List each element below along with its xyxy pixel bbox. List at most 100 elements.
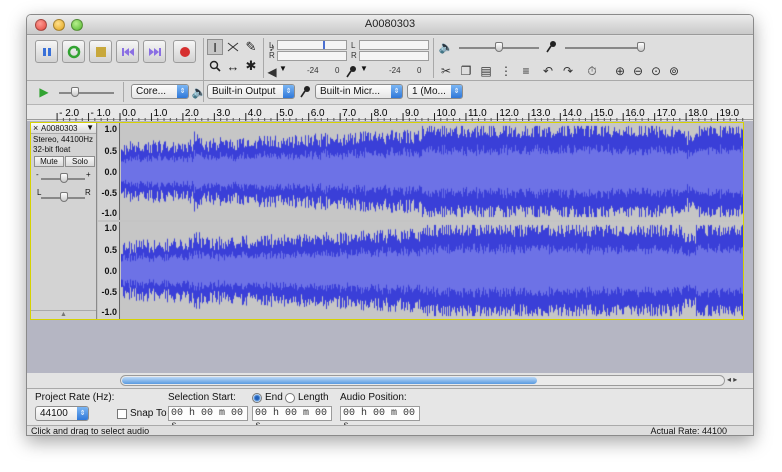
zoom-tool-icon[interactable] [207, 58, 223, 74]
app-window: A0080303 I ✎ ↔ ✱ ♪ L R L R ◀ ▼ -24 0 ▼ -… [26, 14, 754, 436]
scale-label: 1.0 [104, 223, 117, 233]
dropdown-arrow-icon[interactable]: ▼ [360, 64, 368, 73]
snap-to-checkbox[interactable] [117, 409, 127, 419]
ruler-label: 4.0 [248, 108, 262, 119]
ruler-label: 9.0 [405, 108, 419, 119]
audio-host-select[interactable]: Core... ⇕ [131, 84, 189, 99]
select-arrow-icon: ⇕ [451, 85, 462, 98]
ruler-label: 15.0 [594, 108, 614, 119]
trim-icon[interactable]: ⋮ [497, 62, 515, 80]
select-arrow-icon: ⇕ [391, 85, 402, 98]
status-message: Click and drag to select audio [31, 426, 150, 436]
scrollbar-thumb[interactable] [122, 377, 537, 384]
ruler-label: 13.0 [531, 108, 551, 119]
horizontal-scrollbar[interactable] [120, 375, 725, 386]
mute-button[interactable]: Mute [34, 156, 64, 167]
scale-label: -1.0 [101, 208, 117, 218]
cut-icon[interactable]: ✂ [437, 62, 455, 80]
meter-scale-label: 0 [335, 66, 340, 75]
redo-icon[interactable]: ↷ [559, 62, 577, 80]
record-meter[interactable] [359, 40, 429, 50]
dropdown-arrow-icon[interactable]: ▼ [279, 64, 287, 73]
scale-label: 1.0 [104, 124, 117, 134]
track-sample-format: 32-bit float [33, 145, 71, 154]
ruler-label: 16.0 [625, 108, 645, 119]
scale-label: 0.5 [104, 245, 117, 255]
play-speed-slider[interactable] [59, 92, 114, 94]
meter-scale-label: -24 [389, 66, 401, 75]
pan-thumb[interactable] [60, 192, 68, 202]
ruler-label: 3.0 [216, 108, 230, 119]
track-control-panel: × A0080303 ▼ Stereo, 44100Hz 32-bit floa… [31, 123, 97, 319]
collapse-track-icon[interactable]: ▲ [31, 310, 96, 319]
playback-meter-r[interactable] [277, 51, 347, 61]
sync-lock-icon[interactable]: ⏱ [583, 62, 601, 80]
waveform-right-channel[interactable] [121, 222, 743, 319]
scale-label: 0.0 [104, 167, 117, 177]
input-volume-slider[interactable] [565, 47, 645, 49]
silence-icon[interactable]: ≡ [517, 62, 535, 80]
ruler-label: 6.0 [311, 108, 325, 119]
record-meter-r[interactable] [359, 51, 429, 61]
input-device-select[interactable]: Built-in Micr... ⇕ [315, 84, 403, 99]
track-menu-arrow-icon[interactable]: ▼ [86, 123, 94, 132]
zoom-in-icon[interactable]: ⊕ [611, 62, 629, 80]
toolbar-divider [123, 82, 124, 102]
playback-meter[interactable] [277, 40, 347, 50]
pause-button[interactable] [35, 40, 58, 63]
selection-tool-icon[interactable]: I [207, 39, 223, 55]
input-volume-thumb[interactable] [637, 42, 645, 52]
tracks-area[interactable]: × A0080303 ▼ Stereo, 44100Hz 32-bit floa… [27, 121, 753, 373]
audio-track[interactable]: × A0080303 ▼ Stereo, 44100Hz 32-bit floa… [30, 122, 744, 320]
copy-icon[interactable]: ❐ [457, 62, 475, 80]
scale-label: 0.0 [104, 266, 117, 276]
zoom-out-icon[interactable]: ⊖ [629, 62, 647, 80]
meter-l-label: L [269, 41, 274, 50]
draw-tool-icon[interactable]: ✎ [243, 39, 259, 55]
play-button[interactable] [62, 40, 85, 63]
fit-selection-icon[interactable]: ⊙ [647, 62, 665, 80]
output-volume-thumb[interactable] [495, 42, 503, 52]
waveform-left-channel[interactable] [121, 123, 743, 220]
ruler-label: 18.0 [688, 108, 708, 119]
envelope-tool-icon[interactable] [225, 39, 241, 55]
undo-icon[interactable]: ↶ [539, 62, 557, 80]
time-shift-tool-icon[interactable]: ↔ [225, 58, 241, 74]
track-name-bar[interactable]: × A0080303 ▼ [31, 123, 96, 134]
scale-label: -1.0 [101, 307, 117, 317]
skip-to-end-button[interactable] [143, 40, 166, 63]
ruler-label: 19.0 [720, 108, 740, 119]
fit-project-icon[interactable]: ⊚ [665, 62, 683, 80]
track-name[interactable]: A0080303 [41, 124, 77, 133]
play-speed-thumb[interactable] [71, 87, 79, 97]
record-button[interactable] [173, 40, 196, 63]
input-channels-select[interactable]: 1 (Mo... ⇕ [407, 84, 463, 99]
end-label: End [265, 392, 283, 403]
selection-start-time[interactable]: 00 h 00 m 00 s [168, 406, 248, 432]
close-track-icon[interactable]: × [33, 123, 38, 133]
input-volume-icon [543, 38, 561, 56]
play-at-speed-icon[interactable]: ▶ [35, 83, 53, 101]
solo-button[interactable]: Solo [65, 156, 95, 167]
title-bar: A0080303 [27, 15, 753, 35]
ruler-label: 17.0 [657, 108, 677, 119]
skip-start-icon [121, 47, 134, 56]
skip-to-start-button[interactable] [116, 40, 139, 63]
gain-plus-label: + [86, 170, 91, 179]
actual-rate: Actual Rate: 44100 [650, 426, 727, 436]
project-rate-select[interactable]: 44100 ⇕ [35, 406, 89, 421]
select-arrow-icon: ⇕ [177, 85, 188, 98]
ruler-label: 2.0 [185, 108, 199, 119]
length-radio[interactable] [285, 393, 295, 403]
selection-end-time[interactable]: 00 h 00 m 00 s [252, 406, 332, 432]
paste-icon[interactable]: ▤ [477, 62, 495, 80]
ruler-label: 5.0 [279, 108, 293, 119]
audio-position-time[interactable]: 00 h 00 m 00 s [340, 406, 420, 432]
stop-button[interactable] [89, 40, 112, 63]
multi-tool-icon[interactable]: ✱ [243, 58, 259, 74]
end-radio[interactable] [252, 393, 262, 403]
gain-thumb[interactable] [60, 173, 68, 183]
scroll-arrows[interactable]: ◂ ▸ [727, 375, 737, 384]
timeline-ruler[interactable]: - 2.0 - 1.0 0.0 1.0 2.0 3.0 4.0 5.0 6.0 7.0 8.0 9.0… [27, 104, 753, 121]
output-device-select[interactable]: Built-in Output ⇕ [207, 84, 295, 99]
